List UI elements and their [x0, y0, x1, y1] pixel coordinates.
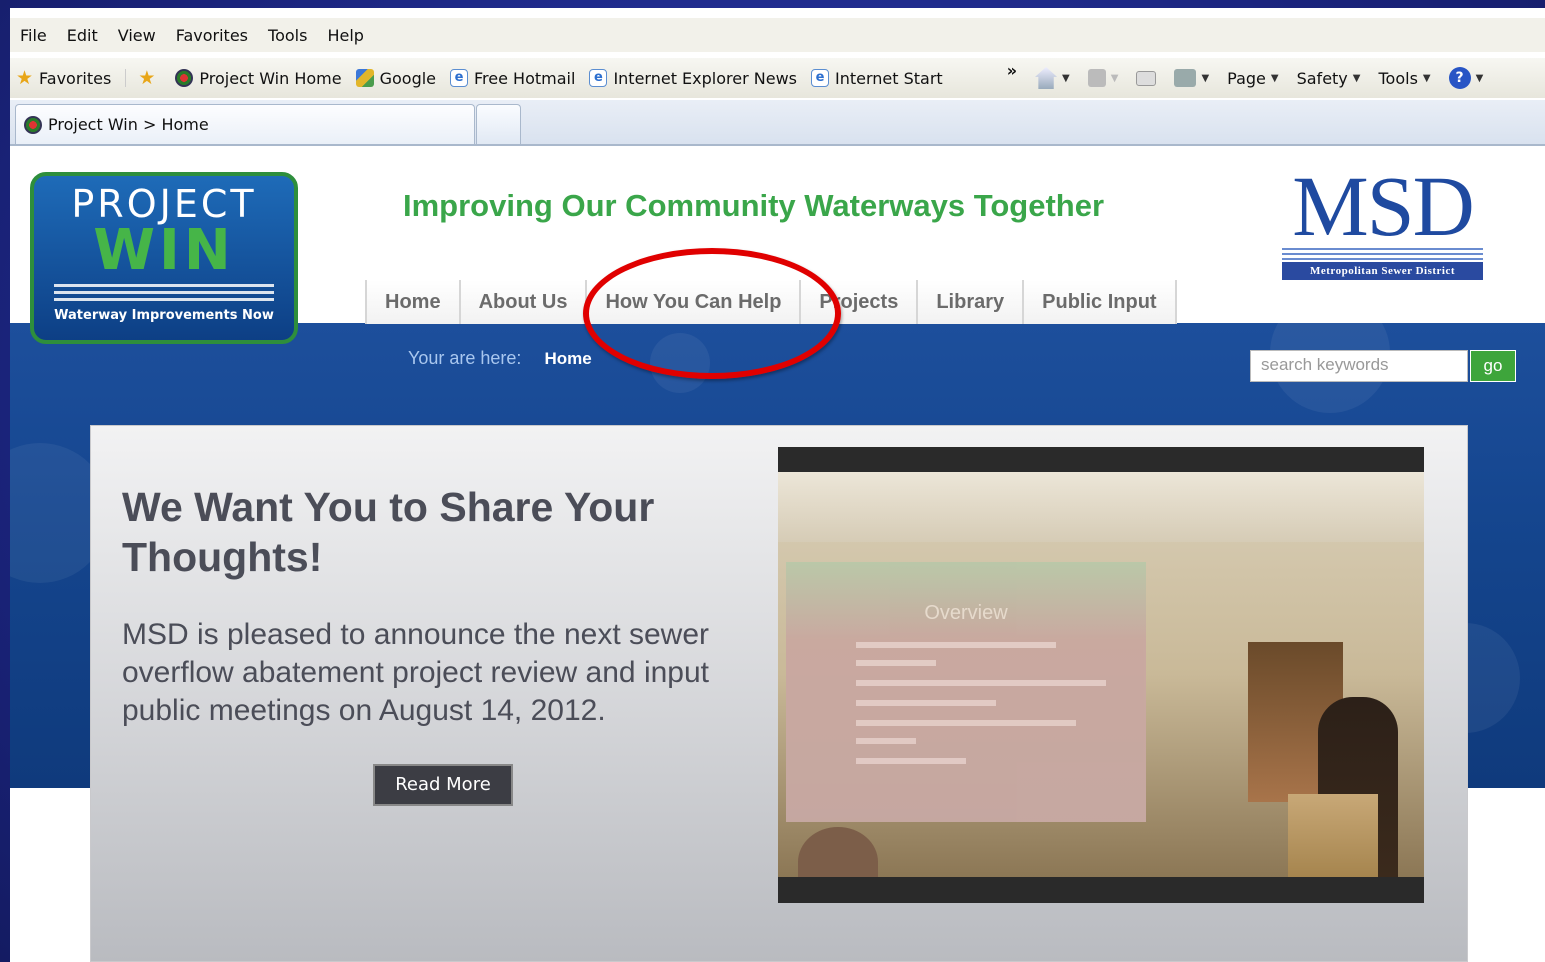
menu-tools[interactable]: Tools	[268, 26, 307, 45]
screen-text-line	[856, 660, 936, 666]
dropdown-arrow-icon: ▼	[1062, 72, 1070, 84]
dropdown-arrow-icon: ▼	[1352, 72, 1361, 84]
screen-text-line	[856, 680, 1106, 686]
print-button[interactable]: ▼	[1174, 69, 1209, 87]
tab-bar: Project Win > Home	[10, 100, 1545, 146]
project-win-icon	[24, 115, 42, 134]
hero-title: We Want You to Share Your Thoughts!	[122, 484, 655, 580]
fav-link-label: Google	[379, 68, 437, 88]
breadcrumb: Your are here: Home	[408, 348, 592, 369]
tab-project-win-home[interactable]: Project Win > Home	[15, 104, 475, 144]
nav-library[interactable]: Library	[918, 280, 1025, 324]
dropdown-arrow-icon: ▼	[1270, 72, 1279, 84]
dropdown-arrow-icon: ▼	[1475, 72, 1484, 84]
nav-home[interactable]: Home	[365, 280, 461, 324]
logo-text-win: WIN	[93, 218, 235, 283]
photo-scene: Overview	[778, 472, 1424, 877]
new-tab-button[interactable]	[476, 104, 521, 144]
page-menu[interactable]: Page ▼	[1227, 69, 1278, 88]
read-mail-button[interactable]	[1136, 70, 1157, 86]
msd-logo[interactable]: MSD Metropolitan Sewer District	[1280, 158, 1485, 280]
photo-ceiling	[778, 472, 1424, 542]
audience-head	[798, 827, 878, 877]
safety-menu-label: Safety	[1296, 68, 1348, 88]
project-win-logo[interactable]: PROJECT WIN Waterway Improvements Now	[30, 172, 298, 344]
hero-panel: We Want You to Share Your Thoughts! MSD …	[90, 425, 1468, 962]
ie-icon: e	[811, 69, 829, 87]
fav-link-hotmail[interactable]: e Free Hotmail	[450, 69, 575, 88]
site-tagline: Improving Our Community Waterways Togeth…	[403, 188, 1105, 223]
favorites-label: Favorites	[39, 68, 112, 88]
add-favorite-button[interactable]: ★	[125, 67, 161, 89]
screen-text-line	[856, 758, 966, 764]
tools-menu-label: Tools	[1378, 68, 1418, 88]
project-win-icon	[175, 69, 194, 87]
msd-logo-letters: MSD	[1292, 158, 1474, 254]
fav-link-label: Internet Explorer News	[613, 68, 797, 88]
breadcrumb-current[interactable]: Home	[544, 349, 591, 368]
more-favorites-chevron-icon[interactable]: »	[1007, 61, 1017, 80]
search-go-button[interactable]: go	[1470, 350, 1516, 382]
fav-link-ie-news[interactable]: e Internet Explorer News	[589, 69, 797, 88]
menu-favorites[interactable]: Favorites	[176, 26, 248, 45]
rss-icon	[1087, 69, 1106, 87]
tools-menu[interactable]: Tools ▼	[1378, 69, 1430, 88]
menu-help[interactable]: Help	[327, 26, 363, 45]
dropdown-arrow-icon: ▼	[1422, 72, 1431, 84]
add-favorite-icon: ★	[138, 67, 156, 89]
home-icon	[1035, 67, 1058, 89]
fav-link-google[interactable]: Google	[355, 68, 437, 88]
podium	[1288, 794, 1378, 877]
help-icon: ?	[1448, 67, 1471, 89]
safety-menu[interactable]: Safety ▼	[1297, 69, 1361, 88]
browser-window: File Edit View Favorites Tools Help ★ Fa…	[10, 8, 1545, 962]
fav-link-label: Free Hotmail	[474, 68, 576, 88]
menu-file[interactable]: File	[20, 26, 47, 45]
logo-tagline: Waterway Improvements Now	[54, 308, 274, 323]
meeting-photo: Overview	[778, 447, 1424, 903]
search-input[interactable]: search keywords	[1250, 350, 1468, 382]
projection-screen-title: Overview	[924, 602, 1008, 624]
screen-text-line	[856, 642, 1056, 648]
fav-link-label: Project Win Home	[199, 68, 342, 88]
red-annotation-ellipse	[583, 248, 841, 379]
mail-icon	[1136, 70, 1157, 86]
help-menu[interactable]: ? ▼	[1448, 67, 1484, 89]
menu-bar: File Edit View Favorites Tools Help	[10, 18, 1545, 52]
favorites-button[interactable]: ★ Favorites	[16, 69, 111, 88]
star-icon: ★	[16, 67, 34, 89]
menu-view[interactable]: View	[118, 26, 156, 45]
fav-link-project-win[interactable]: Project Win Home	[175, 68, 342, 88]
screen-text-line	[856, 700, 996, 706]
feeds-button[interactable]: ▼	[1087, 69, 1119, 87]
dropdown-arrow-icon: ▼	[1110, 72, 1119, 84]
page-menu-label: Page	[1227, 68, 1266, 88]
home-button[interactable]: ▼	[1035, 67, 1070, 89]
dropdown-arrow-icon: ▼	[1201, 72, 1210, 84]
hero-text: MSD is pleased to announce the next sewe…	[122, 618, 710, 727]
breadcrumb-label: Your are here:	[408, 348, 522, 368]
ie-icon: e	[450, 69, 469, 87]
nav-about-us[interactable]: About Us	[460, 280, 588, 324]
printer-icon	[1174, 69, 1197, 87]
msd-subtitle: Metropolitan Sewer District	[1282, 262, 1483, 280]
projection-screen: Overview	[786, 562, 1146, 822]
read-more-button[interactable]: Read More	[373, 764, 513, 806]
ie-icon: e	[589, 69, 608, 87]
tab-title: Project Win > Home	[48, 115, 209, 134]
screen-text-line	[856, 738, 916, 744]
menu-edit[interactable]: Edit	[67, 26, 98, 45]
favorites-bar: ★ Favorites ★ Project Win Home Google e …	[10, 58, 1545, 98]
google-icon	[355, 69, 374, 87]
logo-waves-icon	[54, 284, 274, 304]
fav-link-internet-start[interactable]: e Internet Start	[811, 69, 943, 88]
nav-public-input[interactable]: Public Input	[1024, 280, 1177, 324]
screen-text-line	[856, 720, 1076, 726]
command-bar: ▼ ▼ ▼ Page ▼ Safety ▼ Tools ▼ ? ▼	[1035, 67, 1501, 89]
fav-link-label: Internet Start	[835, 68, 943, 88]
